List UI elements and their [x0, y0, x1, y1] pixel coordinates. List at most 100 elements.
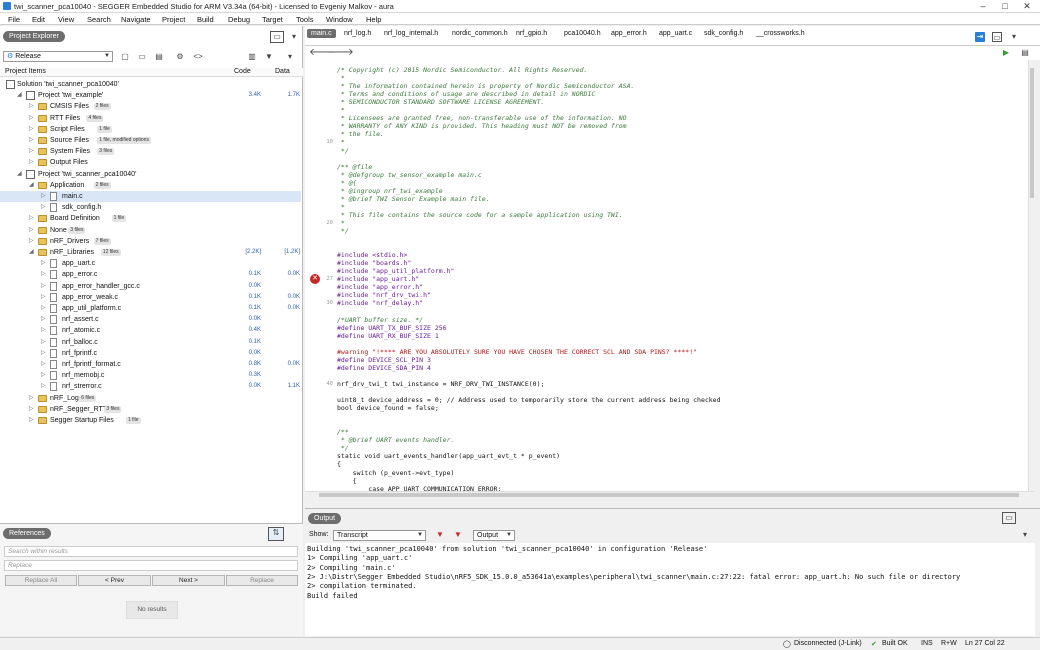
- expand-arrow-icon[interactable]: ▷: [29, 124, 34, 135]
- tree-folder-item[interactable]: ▷ nRF_Log 6 files: [0, 393, 301, 404]
- search-within-results-input[interactable]: Search within results: [4, 546, 298, 557]
- expand-arrow-icon[interactable]: ▷: [29, 146, 34, 157]
- replace-all-button[interactable]: Replace All: [5, 575, 77, 586]
- tree-project-item[interactable]: ◢ Project 'twi_example' 3.4K 1.7K: [0, 90, 301, 101]
- tree-project-item[interactable]: ◢ Project 'twi_scanner_pca10040': [0, 169, 301, 180]
- tree-file-item[interactable]: ▷ nrf_balloc.c 0.1K: [0, 337, 301, 348]
- tree-folder-item[interactable]: ▷ Board Definition 1 file: [0, 213, 301, 224]
- next-button[interactable]: Next >: [152, 575, 225, 586]
- expand-arrow-icon[interactable]: ▷: [41, 191, 46, 202]
- maximize-icon[interactable]: □: [994, 0, 1016, 12]
- tree-file-item[interactable]: ▷ nrf_assert.c 0.0K: [0, 314, 301, 325]
- filter-icon[interactable]: ▼: [264, 52, 274, 62]
- expand-arrow-icon[interactable]: ▷: [41, 269, 46, 280]
- expand-arrow-icon[interactable]: ▷: [41, 258, 46, 269]
- expand-arrow-icon[interactable]: ▷: [29, 415, 34, 426]
- output-menu-icon[interactable]: ▾: [1020, 530, 1030, 540]
- menu-view[interactable]: View: [58, 15, 74, 24]
- back-arrow-icon[interactable]: 🡐: [309, 48, 336, 58]
- expand-arrow-icon[interactable]: ▷: [41, 202, 46, 213]
- code-editor[interactable]: /* Copyright (c) 2015 Nordic Semiconduct…: [305, 60, 1035, 491]
- collapse-arrow-icon[interactable]: ◢: [17, 90, 22, 101]
- collapse-arrow-icon[interactable]: ◢: [17, 169, 22, 180]
- expand-arrow-icon[interactable]: ▷: [29, 225, 34, 236]
- tab-nrf-log-internal-h[interactable]: nrf_log_internal.h: [384, 30, 438, 37]
- tree-folder-item[interactable]: ▷ Segger Startup Files 1 file: [0, 415, 301, 426]
- replace-input[interactable]: Replace: [4, 560, 298, 571]
- menu-file[interactable]: File: [8, 15, 20, 24]
- collapse-arrow-icon[interactable]: ◢: [29, 247, 34, 258]
- tree-folder-item[interactable]: ▷ CMSIS Files 2 files: [0, 101, 301, 112]
- expand-arrow-icon[interactable]: ▷: [29, 404, 34, 415]
- project-explorer-tab[interactable]: Project Explorer: [3, 31, 65, 42]
- expand-arrow-icon[interactable]: ▷: [41, 325, 46, 336]
- tab-app-uart-c[interactable]: app_uart.c: [659, 30, 692, 37]
- properties-icon[interactable]: ▥: [247, 52, 257, 62]
- tree-file-item[interactable]: ▷ app_util_platform.c 0.1K 0.0K: [0, 303, 301, 314]
- expand-arrow-icon[interactable]: ▷: [41, 370, 46, 381]
- tree-project-item[interactable]: Solution 'twi_scanner_pca10040': [0, 79, 301, 90]
- menu-project[interactable]: Project: [162, 15, 185, 24]
- expand-arrow-icon[interactable]: ▷: [29, 113, 34, 124]
- expand-arrow-icon[interactable]: ▷: [29, 213, 34, 224]
- dropdown-icon[interactable]: ▾: [285, 52, 295, 62]
- tree-folder-item[interactable]: ▷ Output Files: [0, 157, 301, 168]
- menu-navigate[interactable]: Navigate: [121, 15, 151, 24]
- show-select[interactable]: Transcript ▼: [333, 530, 426, 541]
- tree-folder-item[interactable]: ▷ None 3 files: [0, 225, 301, 236]
- expand-arrow-icon[interactable]: ▷: [41, 348, 46, 359]
- add-item-icon[interactable]: ▤: [154, 52, 164, 62]
- output-select[interactable]: Output ▼: [473, 530, 515, 541]
- new-file-icon[interactable]: ▢: [120, 52, 130, 62]
- tree-file-item[interactable]: ▷ sdk_config.h: [0, 202, 301, 213]
- menu-tools[interactable]: Tools: [296, 15, 314, 24]
- expand-arrow-icon[interactable]: ▷: [29, 135, 34, 146]
- tab-crossworks-h[interactable]: __crossworks.h: [756, 30, 805, 37]
- output-tab[interactable]: Output: [308, 513, 342, 524]
- menu-target[interactable]: Target: [262, 15, 283, 24]
- tree-file-item[interactable]: ▷ app_uart.c: [0, 258, 301, 269]
- tree-file-item[interactable]: ▷ nrf_memobj.c 0.3K: [0, 370, 301, 381]
- expand-arrow-icon[interactable]: ▷: [41, 281, 46, 292]
- menu-build[interactable]: Build: [197, 15, 214, 24]
- tree-file-item[interactable]: ▷ nrf_fprintf.c 0.0K: [0, 348, 301, 359]
- tree-file-item[interactable]: ▷ app_error.c 0.1K 0.0K: [0, 269, 301, 280]
- expand-arrow-icon[interactable]: ▷: [29, 393, 34, 404]
- configuration-select[interactable]: ⚙ Release ▼: [3, 51, 113, 62]
- menu-debug[interactable]: Debug: [228, 15, 250, 24]
- output-console[interactable]: Building 'twi_scanner_pca10040' from sol…: [305, 543, 1035, 636]
- scrollbar-thumb[interactable]: [1030, 68, 1034, 198]
- tab-app-error-h[interactable]: app_error.h: [611, 30, 647, 37]
- close-icon[interactable]: ✕: [1016, 0, 1038, 12]
- tree-folder-item[interactable]: ▷ Script Files 1 file: [0, 124, 301, 135]
- menu-window[interactable]: Window: [326, 15, 353, 24]
- open-folder-icon[interactable]: ▭: [137, 52, 147, 62]
- run-icon[interactable]: ▶: [1001, 48, 1011, 58]
- tree-folder-item[interactable]: ▷ RTT Files 4 files: [0, 113, 301, 124]
- editor-horizontal-scrollbar[interactable]: [305, 491, 1035, 498]
- tab-menu-icon[interactable]: ▾: [1009, 32, 1019, 42]
- references-toggle-icon[interactable]: ⇅: [268, 527, 284, 541]
- replace-button[interactable]: Replace: [226, 575, 298, 586]
- tab-sdk-config-h[interactable]: sdk_config.h: [704, 30, 743, 37]
- panel-toggle-icon[interactable]: ▭: [270, 31, 284, 43]
- expand-arrow-icon[interactable]: ▷: [29, 101, 34, 112]
- tree-folder-item[interactable]: ▷ System Files 3 files: [0, 146, 301, 157]
- menu-help[interactable]: Help: [366, 15, 381, 24]
- prev-button[interactable]: < Prev: [78, 575, 151, 586]
- hscrollbar-thumb[interactable]: [319, 493, 1019, 497]
- tree-folder-item[interactable]: ▷ nRF_Drivers 7 files: [0, 236, 301, 247]
- col-data[interactable]: Data: [275, 68, 290, 75]
- tree-file-item[interactable]: ▷ app_error_handler_gcc.c 0.0K: [0, 281, 301, 292]
- tree-folder-item[interactable]: ▷ nRF_Segger_RTT 3 files: [0, 404, 301, 415]
- settings-icon[interactable]: ⚙: [175, 52, 185, 62]
- panel-menu-icon[interactable]: ▾: [289, 32, 299, 42]
- build-status[interactable]: Built OK: [882, 640, 908, 647]
- filter-errors-icon[interactable]: ▼: [435, 530, 445, 540]
- tree-folder-item[interactable]: ▷ Source Files 1 file, modified options: [0, 135, 301, 146]
- expand-arrow-icon[interactable]: ▷: [41, 292, 46, 303]
- expand-arrow-icon[interactable]: ▷: [41, 381, 46, 392]
- tree-file-item[interactable]: ▷ nrf_fprintf_format.c 0.8K 0.0K: [0, 359, 301, 370]
- filter-warnings-icon[interactable]: ▼: [453, 530, 463, 540]
- tree-file-item[interactable]: ▷ main.c: [0, 191, 301, 202]
